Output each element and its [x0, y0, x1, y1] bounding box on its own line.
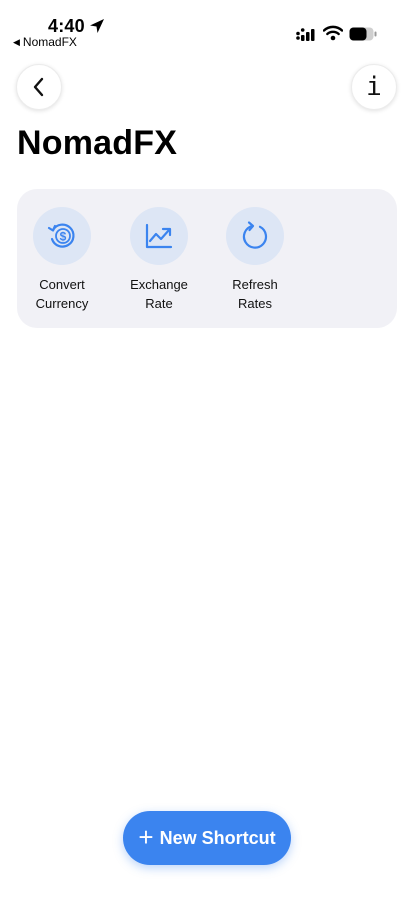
shortcut-label: Convert Currency [17, 275, 107, 313]
shortcut-label-line1: Refresh [232, 277, 278, 292]
back-triangle-icon: ◀ [13, 36, 20, 47]
shortcuts-card: $ Convert Currency Exchange Rate Refresh… [17, 189, 397, 328]
shortcut-label-line2: Rate [145, 296, 173, 311]
shortcut-refresh-rates[interactable]: Refresh Rates [210, 207, 300, 313]
shortcut-icon-circle [130, 207, 188, 265]
back-to-app-link[interactable]: ◀ NomadFX [13, 35, 77, 49]
shortcut-label-line2: Rates [238, 296, 272, 311]
screen: 4:40 ◀ NomadFX i NomadFX $ Convert Curre… [0, 0, 414, 900]
shortcut-icon-circle [226, 207, 284, 265]
info-button[interactable]: i [351, 64, 397, 110]
shortcut-label-line1: Convert [39, 277, 85, 292]
status-time: 4:40 [48, 16, 85, 36]
cellular-signal-icon [296, 28, 315, 41]
back-button[interactable] [16, 64, 62, 110]
new-shortcut-button[interactable]: + New Shortcut [123, 811, 291, 865]
currency-convert-icon: $ [47, 223, 75, 248]
wifi-icon [323, 25, 343, 41]
back-app-label: NomadFX [22, 35, 77, 49]
svg-text:$: $ [60, 230, 67, 244]
new-shortcut-label: New Shortcut [159, 827, 276, 848]
shortcut-label-line1: Exchange [130, 277, 188, 292]
chart-trend-icon [145, 223, 173, 249]
status-bar: 4:40 ◀ NomadFX [0, 0, 414, 50]
shortcut-label-line2: Currency [35, 296, 89, 311]
plus-icon: + [138, 822, 154, 852]
shortcut-exchange-rate[interactable]: Exchange Rate [114, 207, 204, 313]
battery-icon [349, 27, 377, 41]
chevron-left-icon [33, 77, 44, 97]
location-arrow-icon [90, 19, 104, 33]
refresh-icon [242, 221, 268, 249]
shortcut-label: Exchange Rate [114, 275, 204, 313]
shortcut-convert-currency[interactable]: $ Convert Currency [17, 207, 107, 313]
shortcut-label: Refresh Rates [210, 275, 300, 313]
shortcut-icon-circle: $ [33, 207, 91, 265]
page-title: NomadFX [17, 124, 178, 162]
info-icon: i [366, 72, 382, 102]
